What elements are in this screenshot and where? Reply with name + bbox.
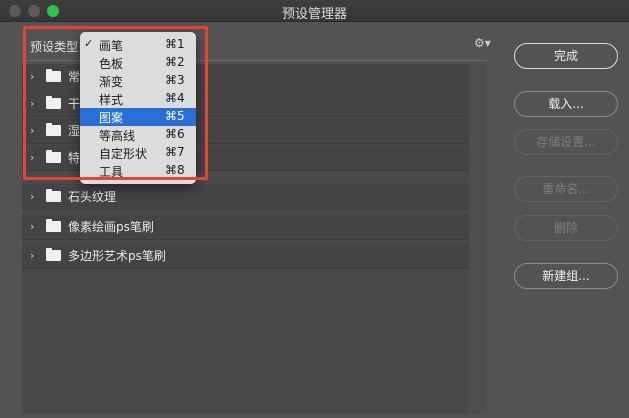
list-item[interactable]: › 多边形艺术ps笔刷 [22, 243, 469, 269]
list-item-label: 石头纹理 [68, 190, 117, 204]
folder-icon [46, 248, 61, 261]
chevron-right-icon[interactable]: › [30, 249, 42, 262]
scrollbar[interactable] [469, 64, 487, 414]
chevron-right-icon[interactable]: › [30, 220, 42, 233]
folder-icon [46, 189, 61, 202]
list-item-label: 像素绘画ps笔刷 [68, 220, 154, 234]
title-bar: 预设管理器 [0, 0, 629, 22]
chevron-right-icon[interactable]: › [30, 190, 42, 203]
done-button[interactable]: 完成 [514, 43, 618, 69]
list-item-label: 多边形艺术ps笔刷 [68, 249, 166, 263]
gear-icon[interactable]: ⚙▾ [474, 36, 491, 50]
list-item[interactable]: › 像素绘画ps笔刷 [22, 214, 469, 240]
preset-manager-body: 预设类型 ⚙▾ › 常规画笔 › 干介质画笔 › 湿介质画笔 › 特殊效果画笔 … [0, 22, 629, 418]
annotation-highlight-box [23, 26, 208, 180]
list-item[interactable]: › 石头纹理 [22, 184, 469, 210]
rename-button[interactable]: 重命名... [514, 176, 618, 202]
load-button[interactable]: 载入... [514, 91, 618, 117]
folder-icon [46, 219, 61, 232]
delete-button[interactable]: 删除 [514, 215, 618, 241]
save-set-button[interactable]: 存储设置... [514, 129, 618, 155]
window-title: 预设管理器 [281, 7, 347, 22]
new-group-button[interactable]: 新建组... [514, 263, 618, 289]
